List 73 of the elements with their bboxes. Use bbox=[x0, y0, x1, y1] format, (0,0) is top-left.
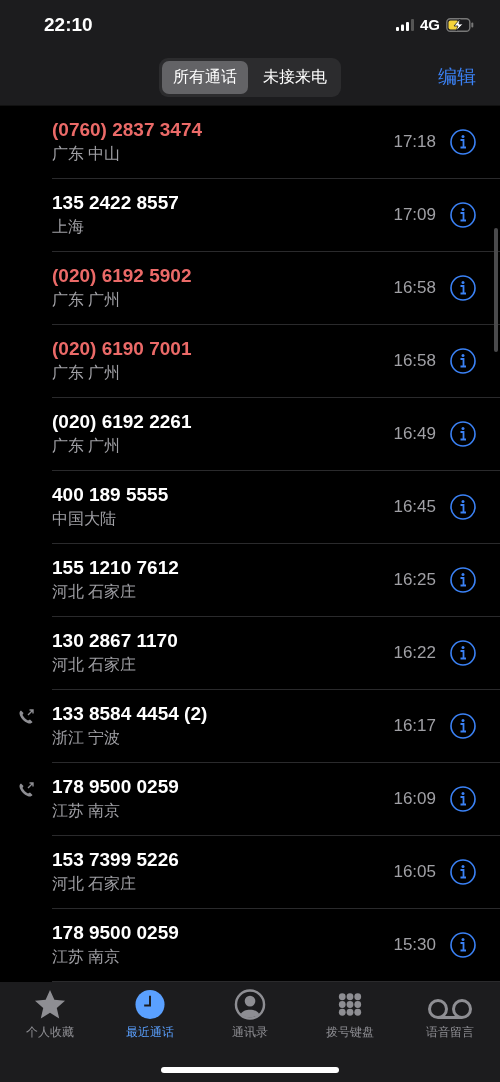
caller-location: 广东 中山 bbox=[52, 143, 122, 164]
info-icon[interactable] bbox=[450, 128, 476, 155]
info-icon[interactable] bbox=[450, 566, 476, 593]
phone-number: 178 9500 0259 bbox=[52, 775, 180, 798]
info-icon[interactable] bbox=[450, 274, 476, 301]
phone-number: 400 189 5555 bbox=[52, 483, 170, 506]
call-time: 17:09 bbox=[393, 204, 436, 225]
tab-bar-item[interactable]: 语音留言 bbox=[400, 988, 500, 1041]
phone-number: 133 8584 4454 (2) bbox=[52, 702, 209, 725]
phone-number: (020) 6192 2261 bbox=[52, 410, 193, 433]
phone-number: 155 1210 7612 bbox=[52, 556, 180, 579]
call-time: 16:09 bbox=[393, 788, 436, 809]
status-time: 22:10 bbox=[44, 13, 93, 36]
call-time: 16:45 bbox=[393, 496, 436, 517]
call-row[interactable]: 178 9500 0259 江苏 南京 15:30 bbox=[52, 908, 500, 982]
caller-location: 广东 广州 bbox=[52, 435, 122, 456]
call-time: 16:17 bbox=[393, 715, 436, 736]
call-time: 16:05 bbox=[393, 861, 436, 882]
clock-icon bbox=[134, 988, 166, 1020]
info-icon[interactable] bbox=[450, 420, 476, 447]
info-icon[interactable] bbox=[450, 347, 476, 374]
phone-number: (0760) 2837 3474 bbox=[52, 118, 203, 141]
network-label: 4G bbox=[420, 16, 440, 33]
phone-number: (020) 6192 5902 bbox=[52, 264, 193, 287]
info-icon[interactable] bbox=[450, 785, 476, 812]
info-icon[interactable] bbox=[450, 712, 476, 739]
phone-number: 153 7399 5226 bbox=[52, 848, 180, 871]
info-icon[interactable] bbox=[450, 931, 476, 958]
phone-number: (020) 6190 7001 bbox=[52, 337, 193, 360]
star-icon bbox=[33, 988, 67, 1020]
caller-location: 浙江 宁波 bbox=[52, 727, 122, 748]
tab-bar-item[interactable]: 拨号键盘 bbox=[300, 988, 400, 1041]
call-time: 17:18 bbox=[393, 131, 436, 152]
call-row[interactable]: 155 1210 7612 河北 石家庄 16:25 bbox=[52, 543, 500, 617]
phone-number: 130 2867 1170 bbox=[52, 629, 179, 652]
caller-location: 江苏 南京 bbox=[52, 946, 122, 967]
call-row[interactable]: (0760) 2837 3474 广东 中山 17:18 bbox=[52, 105, 500, 179]
call-time: 16:58 bbox=[393, 277, 436, 298]
tab-bar-item[interactable]: 个人收藏 bbox=[0, 988, 100, 1041]
caller-location: 河北 石家庄 bbox=[52, 581, 138, 602]
edit-button[interactable]: 编辑 bbox=[438, 64, 476, 90]
caller-location: 河北 石家庄 bbox=[52, 873, 138, 894]
caller-location: 广东 广州 bbox=[52, 362, 122, 383]
call-time: 16:22 bbox=[393, 642, 436, 663]
battery-charging-icon bbox=[446, 17, 474, 32]
phone-number: 135 2422 8557 bbox=[52, 191, 180, 214]
phone-number: 178 9500 0259 bbox=[52, 921, 180, 944]
call-row[interactable]: 400 189 5555 中国大陆 16:45 bbox=[52, 470, 500, 544]
info-icon[interactable] bbox=[450, 201, 476, 228]
segment-tab[interactable]: 所有通话 bbox=[162, 60, 248, 94]
caller-location: 广东 广州 bbox=[52, 289, 122, 310]
segment-tab[interactable]: 未接来电 bbox=[252, 60, 338, 94]
info-icon[interactable] bbox=[450, 639, 476, 666]
call-row[interactable]: (020) 6192 2261 广东 广州 16:49 bbox=[52, 397, 500, 471]
contact-icon bbox=[234, 988, 266, 1020]
call-time: 15:30 bbox=[393, 934, 436, 955]
call-row[interactable]: 178 9500 0259 江苏 南京 16:09 bbox=[52, 762, 500, 836]
caller-location: 中国大陆 bbox=[52, 508, 117, 529]
caller-location: 江苏 南京 bbox=[52, 800, 122, 821]
tab-bar-item[interactable]: 最近通话 bbox=[100, 988, 200, 1041]
call-time: 16:25 bbox=[393, 569, 436, 590]
call-row[interactable]: 133 8584 4454 (2) 浙江 宁波 16:17 bbox=[52, 689, 500, 763]
info-icon[interactable] bbox=[450, 858, 476, 885]
call-time: 16:49 bbox=[393, 423, 436, 444]
call-row[interactable]: 130 2867 1170 河北 石家庄 16:22 bbox=[52, 616, 500, 690]
tab-bar-item[interactable]: 通讯录 bbox=[200, 988, 300, 1041]
caller-location: 上海 bbox=[52, 216, 85, 237]
signal-icon bbox=[396, 18, 414, 31]
call-time: 16:58 bbox=[393, 350, 436, 371]
call-row[interactable]: 153 7399 5226 河北 石家庄 16:05 bbox=[52, 835, 500, 909]
info-icon[interactable] bbox=[450, 493, 476, 520]
voicemail-icon bbox=[427, 997, 473, 1020]
caller-location: 河北 石家庄 bbox=[52, 654, 138, 675]
